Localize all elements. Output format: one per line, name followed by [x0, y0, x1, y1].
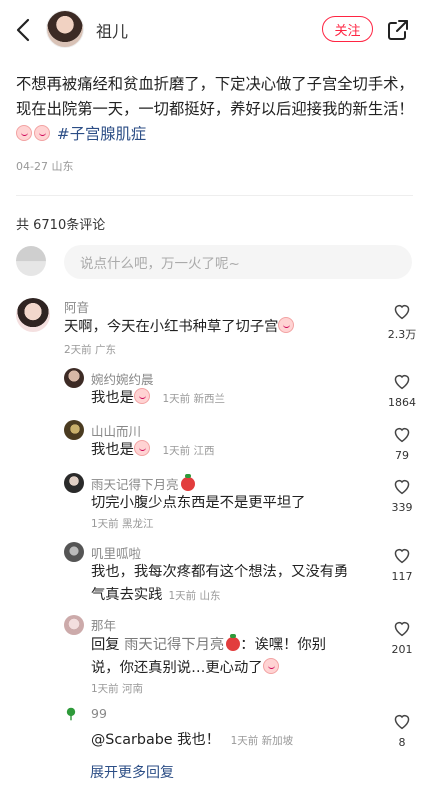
comment-text: 我也，我每次疼都有这个想法，又没有勇 气真去实践 1天前 山东: [91, 561, 391, 608]
comment-text-content: 我也！: [177, 732, 221, 748]
mention-link[interactable]: @Scarbabe: [91, 732, 173, 748]
post-text: 不想再被痛经和贫血折磨了，下定决心做了子宫全切手术，现在出院第一天，一切都挺好，…: [16, 75, 414, 118]
comment-text: 我也是 1天前 江西: [91, 439, 214, 463]
comment-text-line: 我也，我每次疼都有这个想法，又没有勇: [91, 564, 349, 580]
comment-meta: 1天前 黑龙江: [91, 518, 154, 530]
hashtag-link[interactable]: #子宫腺肌症: [57, 125, 146, 143]
commenter-avatar[interactable]: [64, 615, 84, 635]
comment-meta: 1天前 新加坡: [230, 735, 294, 747]
strawberry-icon: [180, 474, 195, 491]
follow-button[interactable]: 关注: [322, 16, 373, 42]
comment-text: 切完小腹少点东西是不是更平坦了: [91, 495, 306, 511]
emoji-icon: [34, 125, 50, 141]
like-heart-icon[interactable]: [392, 425, 412, 443]
commenter-avatar[interactable]: [64, 473, 84, 493]
emoji-icon: [262, 658, 279, 674]
comment-text-line: 气真去实践 1天前 山东: [91, 587, 221, 603]
divider: [16, 195, 413, 196]
share-icon[interactable]: [386, 18, 410, 42]
comment-text-content: 我也是: [91, 442, 134, 458]
commenter-name[interactable]: 婉约婉约晨: [91, 369, 154, 388]
like-heart-icon[interactable]: [392, 546, 412, 564]
comment-count: 共 6710条评论: [16, 218, 106, 233]
post-date: 04-27: [16, 160, 48, 173]
comment-meta: 1天前 新西兰: [162, 393, 225, 405]
back-arrow-icon[interactable]: [12, 16, 36, 44]
like-count: 8: [398, 736, 406, 749]
top-bar: 祖儿 关注: [0, 0, 429, 60]
comment-text-content: 天啊，今天在小红书种草了切子宫: [64, 319, 279, 335]
comment-text-line: 说，你还真别说…更心动了: [91, 657, 391, 680]
commenter-name[interactable]: 雨天记得下月亮: [91, 474, 195, 493]
commenter-avatar[interactable]: [64, 420, 84, 440]
commenter-name[interactable]: 那年: [91, 615, 116, 634]
emoji-icon: [133, 388, 150, 404]
like-heart-icon[interactable]: [392, 302, 412, 320]
expand-more-replies-link[interactable]: 展开更多回复: [90, 762, 174, 782]
comment-input[interactable]: 说点什么吧，万一火了呢~: [64, 245, 412, 279]
comment-meta: 2天前 广东: [64, 342, 116, 357]
like-count: 1864: [388, 396, 416, 409]
like-count: 79: [395, 449, 409, 462]
commenter-name[interactable]: 叽里呱啦: [91, 543, 141, 562]
reply-to-user[interactable]: 雨天记得下月亮: [124, 637, 224, 653]
comment-text: @Scarbabe 我也！ 1天前 新加坡: [91, 729, 293, 753]
post-meta: 04-27 山东: [16, 158, 73, 174]
commenter-avatar[interactable]: [16, 298, 50, 332]
strawberry-icon: [226, 634, 241, 651]
comment-location: 广东: [95, 344, 117, 356]
my-avatar: [16, 246, 46, 276]
commenter-avatar[interactable]: [64, 368, 84, 388]
like-count: 339: [391, 501, 413, 514]
like-count: 2.3万: [387, 328, 417, 341]
emoji-icon: [278, 317, 295, 333]
comment-meta: 1天前 山东: [168, 590, 221, 602]
comment-meta: 1天前 河南: [91, 683, 144, 695]
author-name[interactable]: 祖儿: [96, 18, 128, 42]
like-heart-icon[interactable]: [392, 619, 412, 637]
post-body: 不想再被痛经和贫血折磨了，下定决心做了子宫全切手术，现在出院第一天，一切都挺好，…: [16, 72, 416, 147]
like-count: 117: [391, 570, 413, 583]
author-avatar[interactable]: [46, 10, 84, 48]
comment-text: 我也是 1天前 新西兰: [91, 387, 225, 411]
commenter-name[interactable]: 阿音: [64, 297, 89, 316]
comment-text-content: 我也是: [91, 390, 134, 406]
commenter-name[interactable]: 99: [91, 706, 107, 721]
comment-time: 2天前: [64, 344, 92, 356]
post-location: 山东: [51, 160, 74, 173]
commenter-avatar[interactable]: [64, 707, 78, 721]
commenter-avatar[interactable]: [64, 542, 84, 562]
commenter-name[interactable]: 山山而川: [91, 421, 141, 440]
like-heart-icon[interactable]: [392, 712, 412, 730]
emoji-icon: [133, 440, 150, 456]
like-heart-icon[interactable]: [392, 477, 412, 495]
comment-text: 天啊，今天在小红书种草了切子宫: [64, 316, 296, 339]
emoji-icon: [16, 125, 32, 141]
like-count: 201: [391, 643, 413, 656]
comment-text: 回复 雨天记得下月亮 ：诶嘿！你别 说，你还真别说…更心动了: [91, 634, 391, 680]
like-heart-icon[interactable]: [392, 372, 412, 390]
comment-meta: 1天前 江西: [162, 445, 215, 457]
comment-text-line: 回复 雨天记得下月亮 ：诶嘿！你别: [91, 634, 326, 653]
